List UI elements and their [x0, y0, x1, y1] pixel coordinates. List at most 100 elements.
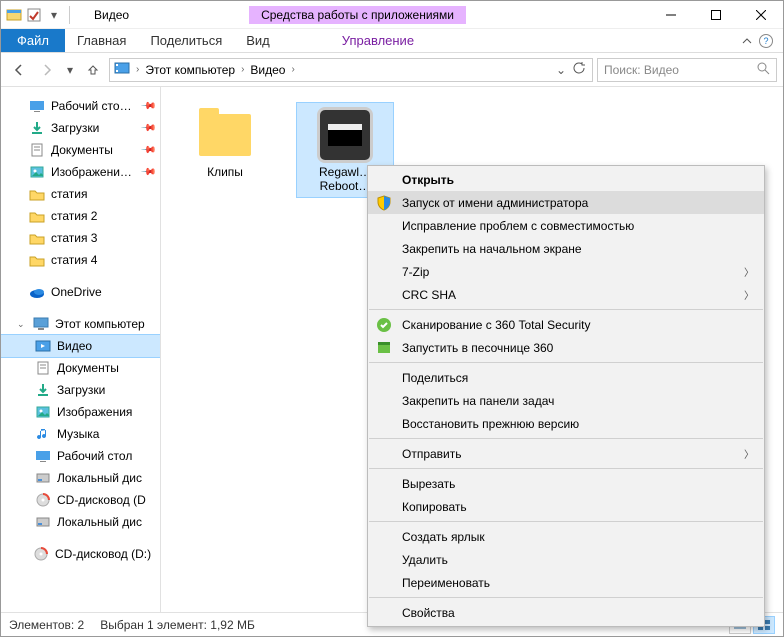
ctx-item[interactable]: Сканирование с 360 Total Security: [368, 313, 764, 336]
cd-red-icon: [35, 492, 51, 508]
folder-icon: [29, 208, 45, 224]
ctx-item[interactable]: Запуск от имени администратора: [368, 191, 764, 214]
videos-icon: [114, 60, 130, 79]
ctx-item[interactable]: Закрепить на панели задач: [368, 389, 764, 412]
back-button[interactable]: [7, 58, 31, 82]
nav-item[interactable]: Документы📌: [1, 139, 160, 161]
chevron-right-icon: 〉: [744, 264, 754, 279]
search-placeholder: Поиск: Видео: [604, 63, 679, 77]
status-selection: Выбран 1 элемент: 1,92 МБ: [100, 618, 255, 632]
videos-icon: [35, 338, 51, 354]
nav-item[interactable]: статия 3: [1, 227, 160, 249]
titlebar: ▾ Видео Средства работы с приложениями: [1, 1, 783, 29]
folder-icon: [29, 186, 45, 202]
desktop-icon: [29, 98, 45, 114]
ctx-item[interactable]: Отправить〉: [368, 442, 764, 465]
nav-item[interactable]: Рабочий стол: [1, 445, 160, 467]
pin-icon: 📌: [139, 164, 156, 181]
file-item-folder[interactable]: Клипы: [177, 103, 273, 183]
nav-pane[interactable]: Рабочий сто…📌Загрузки📌Документы📌Изображе…: [1, 87, 161, 612]
folder-icon: [29, 252, 45, 268]
window-title: Видео: [94, 8, 129, 22]
close-button[interactable]: [738, 1, 783, 29]
chevron-right-icon: 〉: [744, 446, 754, 461]
ctx-item[interactable]: Удалить: [368, 548, 764, 571]
file-label: Клипы: [177, 165, 273, 183]
nav-item[interactable]: Загрузки📌: [1, 117, 160, 139]
ctx-item[interactable]: Вырезать: [368, 472, 764, 495]
explorer-icon: [5, 6, 23, 24]
pictures-icon: [29, 164, 45, 180]
refresh-icon[interactable]: [572, 61, 586, 78]
ctx-item[interactable]: Создать ярлык: [368, 525, 764, 548]
ctx-item[interactable]: Свойства: [368, 601, 764, 624]
qat-dropdown-icon[interactable]: ▾: [45, 6, 63, 24]
nav-item[interactable]: Музыка: [1, 423, 160, 445]
recent-dropdown-icon[interactable]: ▾: [63, 58, 77, 82]
window-buttons: [648, 1, 783, 29]
search-icon: [756, 61, 770, 78]
status-count: Элементов: 2: [9, 618, 84, 632]
ctx-item[interactable]: Исправление проблем с совместимостью: [368, 214, 764, 237]
pc-icon: [33, 316, 49, 332]
nav-this-pc[interactable]: ⌄ Этот компьютер: [1, 313, 160, 335]
nav-item[interactable]: Рабочий сто…📌: [1, 95, 160, 117]
ribbon: Файл Главная Поделиться Вид Управление ?: [1, 29, 783, 53]
minimize-button[interactable]: [648, 1, 693, 29]
nav-item[interactable]: Загрузки: [1, 379, 160, 401]
nav-onedrive[interactable]: OneDrive: [1, 281, 160, 303]
nav-item[interactable]: Локальный дис: [1, 511, 160, 533]
disk-icon: [35, 514, 51, 530]
nav-item[interactable]: статия 2: [1, 205, 160, 227]
pin-icon: 📌: [139, 98, 156, 115]
nav-item[interactable]: Видео: [1, 335, 160, 357]
ribbon-tab-manage[interactable]: Управление: [330, 29, 426, 52]
folder-icon: [29, 230, 45, 246]
address-dropdown-icon[interactable]: ⌄: [556, 63, 566, 77]
ctx-item[interactable]: Копировать: [368, 495, 764, 518]
chevron-right-icon[interactable]: ›: [241, 64, 244, 75]
ctx-item[interactable]: Закрепить на начальном экране: [368, 237, 764, 260]
music-icon: [35, 426, 51, 442]
properties-icon[interactable]: [25, 6, 43, 24]
ribbon-file-tab[interactable]: Файл: [1, 29, 65, 52]
sec360b-icon: [376, 340, 392, 356]
ribbon-collapse-icon[interactable]: ?: [731, 29, 783, 52]
ribbon-tab-share[interactable]: Поделиться: [138, 29, 234, 52]
nav-item[interactable]: статия: [1, 183, 160, 205]
ctx-item[interactable]: Запустить в песочнице 360: [368, 336, 764, 359]
navbar: ▾ › Этот компьютер › Видео › ⌄ Поиск: Ви…: [1, 53, 783, 87]
nav-item[interactable]: Изображени…📌: [1, 161, 160, 183]
ribbon-tab-home[interactable]: Главная: [65, 29, 138, 52]
forward-button[interactable]: [35, 58, 59, 82]
nav-item[interactable]: Локальный дис: [1, 467, 160, 489]
ctx-item[interactable]: Открыть: [368, 168, 764, 191]
nav-cd-drive[interactable]: CD-дисковод (D:): [1, 543, 160, 565]
maximize-button[interactable]: [693, 1, 738, 29]
expand-icon[interactable]: ⌄: [17, 319, 27, 330]
ctx-item[interactable]: Поделиться: [368, 366, 764, 389]
chevron-right-icon[interactable]: ›: [136, 64, 139, 75]
onedrive-icon: [29, 284, 45, 300]
search-input[interactable]: Поиск: Видео: [597, 58, 777, 82]
breadcrumb[interactable]: Видео: [250, 63, 285, 77]
context-menu: ОткрытьЗапуск от имени администратораИсп…: [367, 165, 765, 627]
nav-item[interactable]: Изображения: [1, 401, 160, 423]
breadcrumb[interactable]: Этот компьютер: [145, 63, 235, 77]
ctx-item[interactable]: CRC SHA〉: [368, 283, 764, 306]
downloads-icon: [29, 120, 45, 136]
up-button[interactable]: [81, 58, 105, 82]
cd-icon: [33, 546, 49, 562]
downloads-icon: [35, 382, 51, 398]
nav-item[interactable]: Документы: [1, 357, 160, 379]
chevron-right-icon[interactable]: ›: [291, 64, 294, 75]
nav-item[interactable]: CD-дисковод (D: [1, 489, 160, 511]
ctx-item[interactable]: Переименовать: [368, 571, 764, 594]
ctx-item[interactable]: Восстановить прежнюю версию: [368, 412, 764, 435]
ctx-item[interactable]: 7-Zip〉: [368, 260, 764, 283]
shield-icon: [376, 195, 392, 211]
nav-item[interactable]: статия 4: [1, 249, 160, 271]
documents-icon: [29, 142, 45, 158]
ribbon-tab-view[interactable]: Вид: [234, 29, 282, 52]
address-bar[interactable]: › Этот компьютер › Видео › ⌄: [109, 58, 593, 82]
